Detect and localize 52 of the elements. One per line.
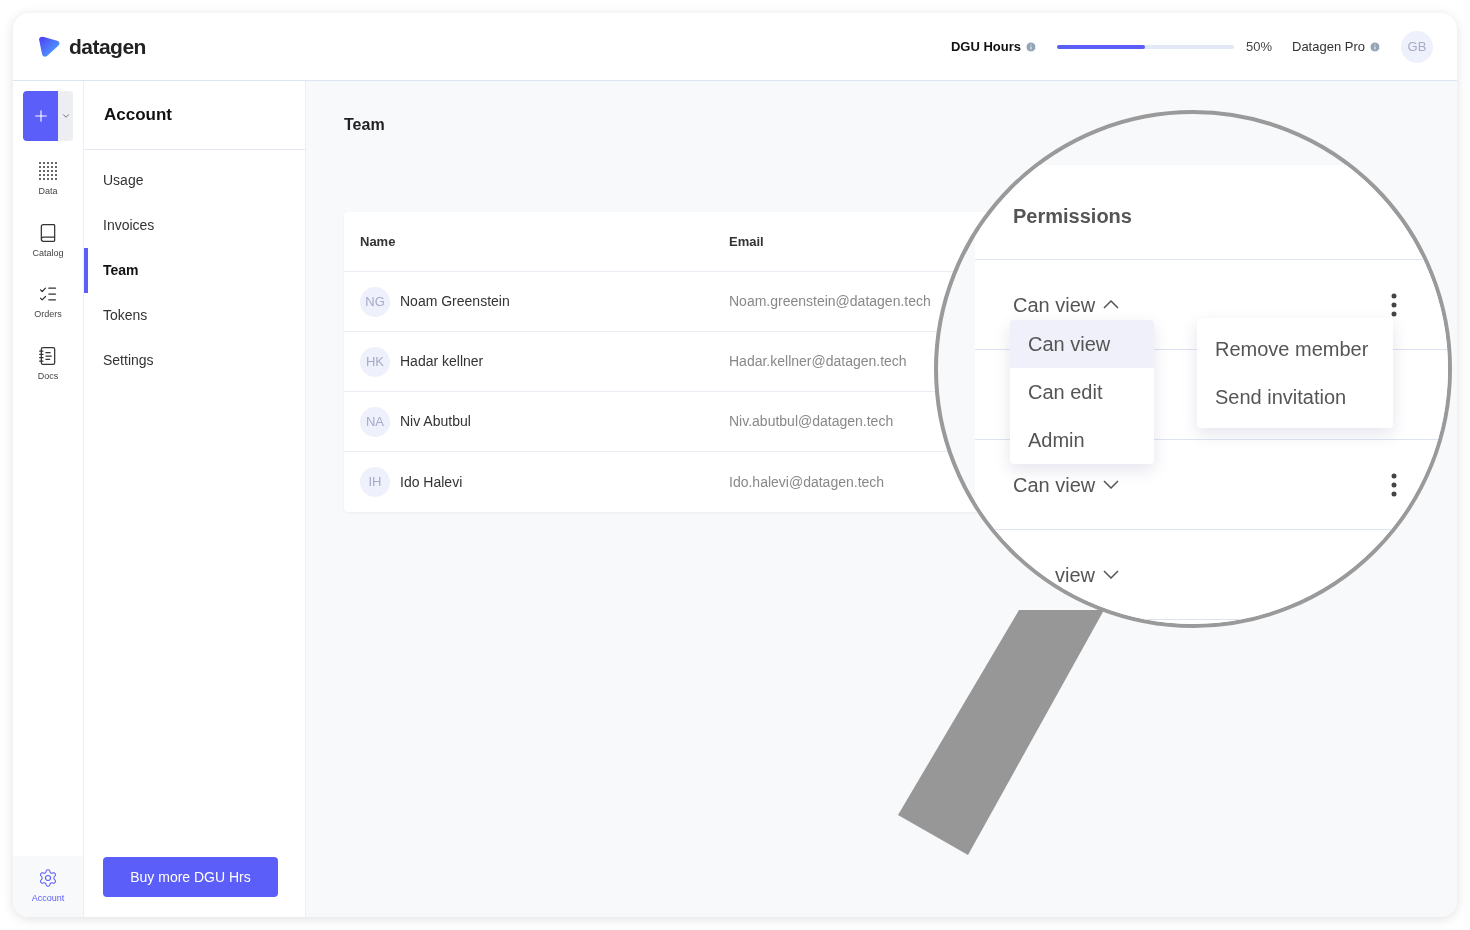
sidebar-title: Account bbox=[104, 104, 172, 127]
sidebar-item[interactable]: Settings bbox=[84, 338, 305, 383]
member-avatar: IH bbox=[360, 467, 390, 497]
chevron-up-icon bbox=[1103, 300, 1120, 309]
member-avatar: HK bbox=[360, 346, 390, 377]
chevron-down-icon bbox=[1103, 480, 1120, 489]
buy-hours-button[interactable]: Buy more DGU Hrs bbox=[103, 857, 278, 897]
chevron-icon bbox=[60, 111, 71, 121]
member-name: Ido Halevi bbox=[400, 472, 463, 492]
sidebar-item[interactable]: Tokens bbox=[84, 293, 305, 338]
sidebar-item[interactable]: Usage bbox=[84, 158, 305, 203]
info-icon bbox=[1024, 40, 1037, 53]
settings-icon bbox=[38, 867, 58, 888]
page-title: Team bbox=[344, 115, 386, 135]
sidebar-item[interactable]: Invoices bbox=[84, 203, 305, 248]
permissions-header: Permissions bbox=[1013, 204, 1132, 229]
chevron-down-icon bbox=[1103, 570, 1119, 579]
permission-option[interactable]: Can edit bbox=[1010, 368, 1154, 416]
notebook-icon bbox=[38, 345, 58, 366]
member-email: Hadar.kellner@datagen.tech bbox=[729, 352, 907, 371]
member-avatar: NG bbox=[360, 286, 390, 317]
logo-text: datagen bbox=[69, 33, 146, 60]
rail-item[interactable]: Orders bbox=[13, 280, 83, 326]
usage-reading: 50% bbox=[1245, 37, 1272, 56]
plan-label: Datagen Pro bbox=[1292, 37, 1365, 56]
permission-option[interactable]: Admin bbox=[1010, 416, 1154, 464]
member-email: Noam.greenstein@datagen.tech bbox=[729, 292, 931, 311]
column-header: Name bbox=[359, 232, 397, 251]
logo-icon bbox=[37, 35, 61, 58]
menu-item[interactable]: Remove member bbox=[1197, 325, 1393, 373]
rail-item[interactable]: Catalog bbox=[13, 218, 83, 264]
member-name: Hadar kellner bbox=[400, 352, 484, 371]
permission-dropdown[interactable]: Can view bbox=[1013, 289, 1120, 320]
more-icon[interactable] bbox=[1391, 472, 1397, 497]
member-name: Noam Greenstein bbox=[400, 292, 510, 311]
column-header: Email bbox=[729, 232, 764, 251]
usage-label: DGU Hours bbox=[950, 37, 1021, 56]
book-icon bbox=[38, 222, 58, 243]
rail-item[interactable]: Data bbox=[13, 157, 83, 203]
member-email: Niv.abutbul@datagen.tech bbox=[729, 412, 894, 431]
info-icon bbox=[1369, 40, 1381, 53]
menu-item[interactable]: Send invitation bbox=[1197, 373, 1393, 421]
permission-dropdown[interactable]: view bbox=[1013, 559, 1119, 590]
member-name: Niv Abutbul bbox=[400, 412, 471, 431]
dot-grid-icon bbox=[38, 161, 58, 181]
member-avatar: NA bbox=[360, 406, 390, 437]
member-email: Ido.halevi@datagen.tech bbox=[729, 472, 885, 492]
rail-item[interactable]: Docs bbox=[13, 341, 83, 387]
permission-dropdown[interactable]: Can view bbox=[1013, 469, 1120, 500]
more-icon[interactable] bbox=[1391, 292, 1397, 317]
permission-option[interactable]: Can view bbox=[1010, 320, 1154, 368]
rail-item[interactable]: Account bbox=[13, 855, 83, 917]
